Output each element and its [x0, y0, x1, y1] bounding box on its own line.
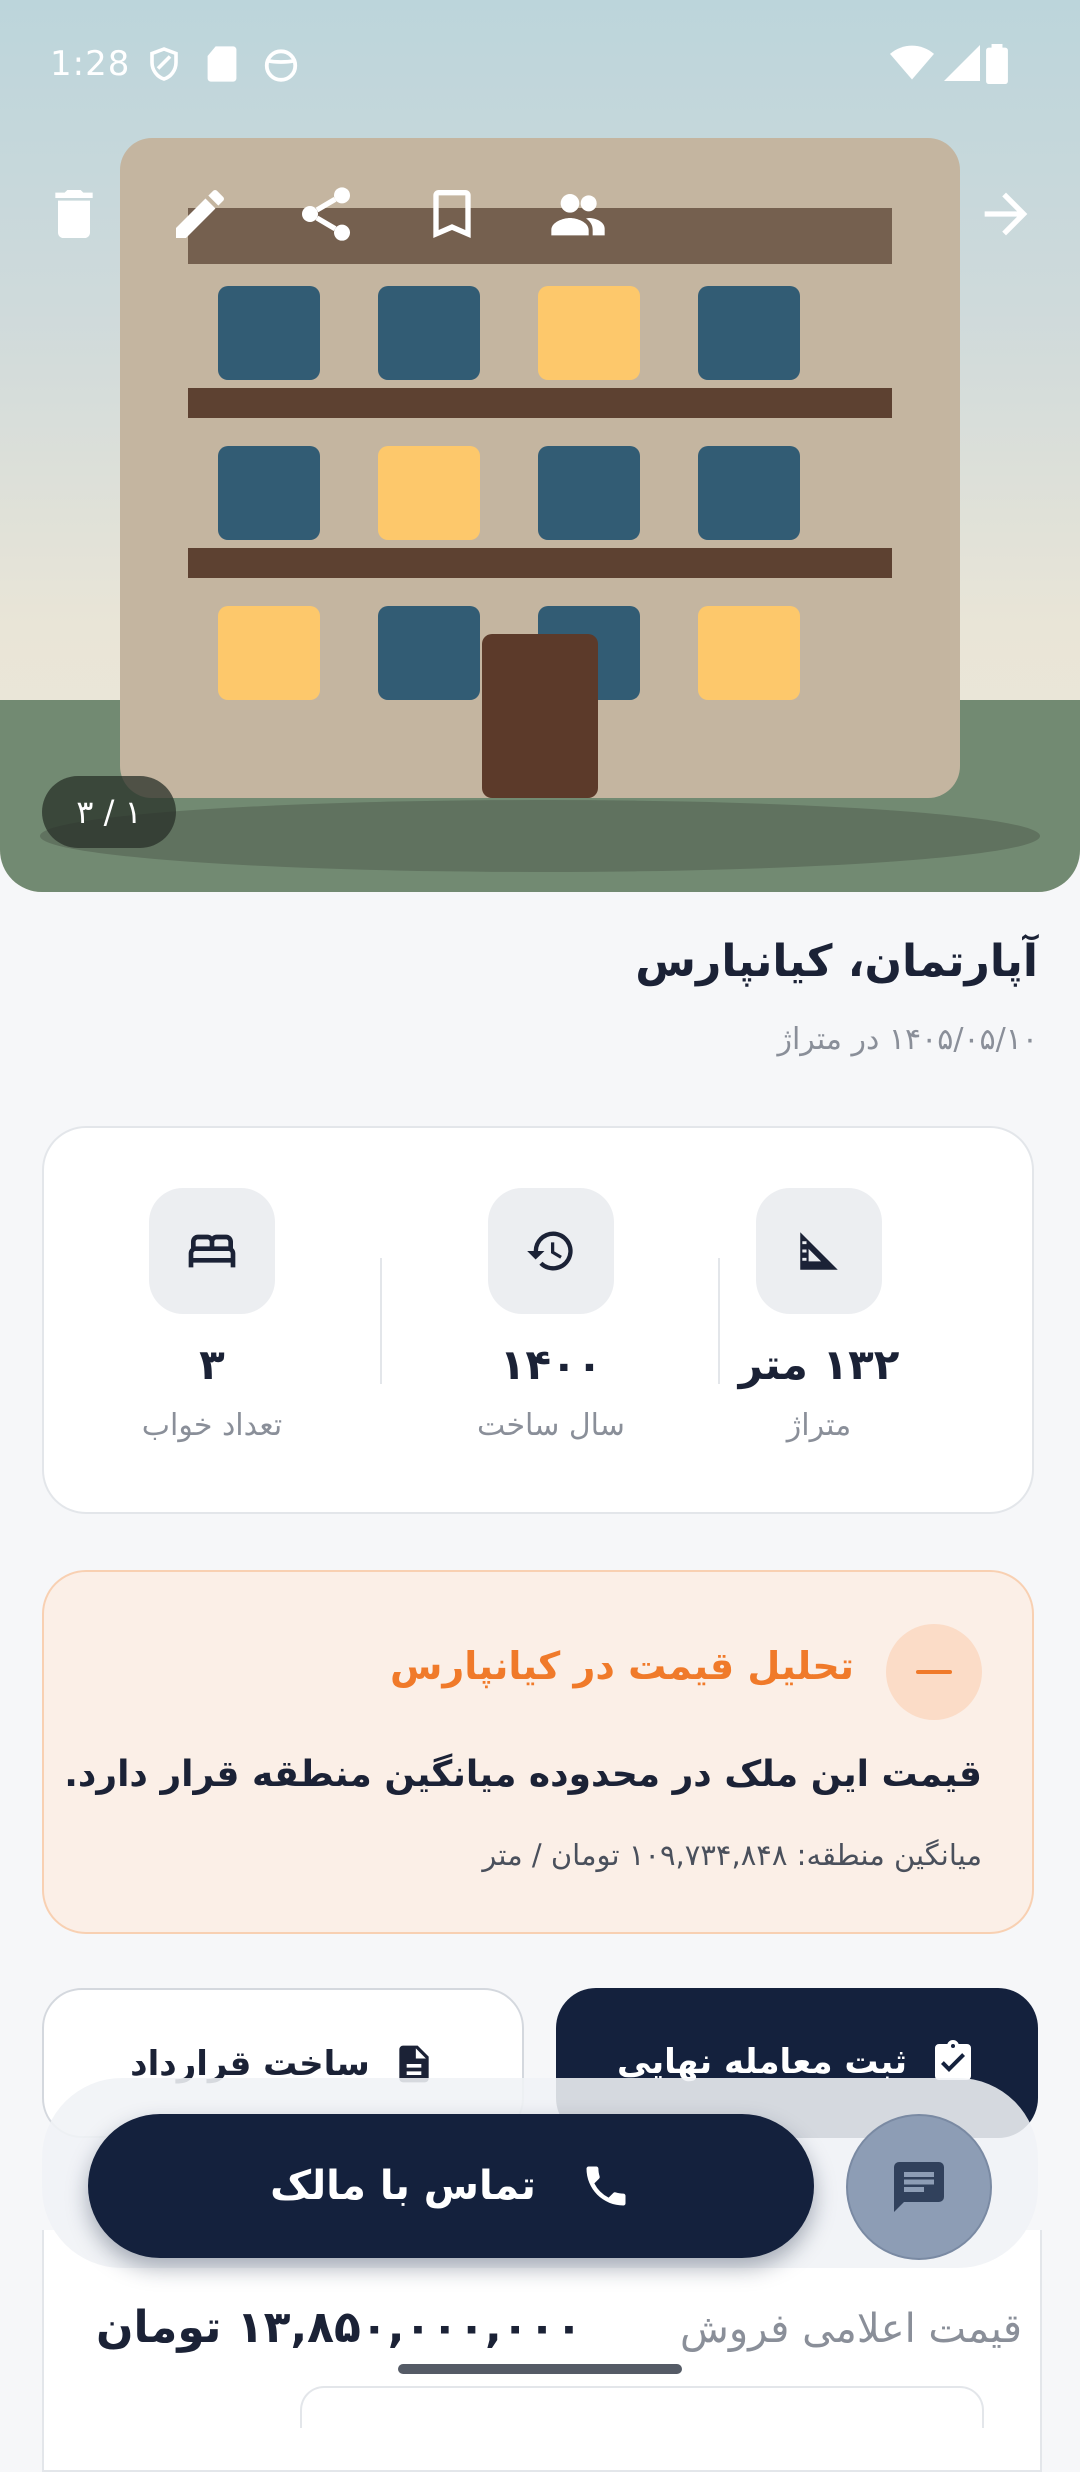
- bed-icon: [188, 1234, 236, 1268]
- history-icon: [527, 1231, 573, 1271]
- people-icon[interactable]: [546, 182, 610, 246]
- shield-icon: [150, 47, 178, 81]
- contact-owner-label: تماس با مالک: [270, 2163, 536, 2209]
- status-bar: 1:28: [0, 0, 1080, 130]
- listing-title: آپارتمان، کیانپارس: [635, 936, 1038, 987]
- delete-icon[interactable]: [42, 182, 106, 246]
- minus-icon: [916, 1670, 952, 1674]
- cellular-icon: [944, 45, 980, 81]
- price-analysis-card[interactable]: تحلیل قیمت در کیانپارس قیمت این ملک در م…: [42, 1570, 1034, 1934]
- photo-shadow: [40, 800, 1040, 872]
- face-icon: [264, 49, 298, 82]
- photo-counter: ۳ / ۱: [42, 776, 176, 848]
- analysis-average: میانگین منطقه: ۱۰۹,۷۳۴,۸۴۸ تومان / متر: [482, 1838, 982, 1872]
- building-illustration: [120, 138, 960, 798]
- stat-bedrooms: ۳ تعداد خواب: [102, 1128, 322, 1516]
- forward-arrow-icon[interactable]: [974, 182, 1038, 246]
- price-inner-box: [300, 2386, 984, 2428]
- chat-button[interactable]: [846, 2114, 992, 2260]
- stat-value: ۱۳۲ متر: [738, 1340, 900, 1389]
- contact-owner-button[interactable]: تماس با مالک: [88, 2114, 814, 2258]
- sd-card-icon: [207, 46, 237, 82]
- stat-label: سال ساخت: [477, 1408, 625, 1443]
- final-deal-label: ثبت معامله نهایی: [617, 2042, 908, 2082]
- property-photo[interactable]: 1:28 ۳ / ۱: [0, 0, 1080, 892]
- battery-icon: [986, 44, 1008, 84]
- analysis-body: قیمت این ملک در محدوده میانگین منطقه قرا…: [64, 1754, 982, 1795]
- analysis-title: تحلیل قیمت در کیانپارس: [390, 1644, 854, 1688]
- share-icon[interactable]: [294, 182, 358, 246]
- stat-divider: [718, 1258, 720, 1384]
- stat-value: ۳: [199, 1340, 225, 1389]
- price-label: قیمت اعلامی فروش: [680, 2306, 1022, 2352]
- stats-card: ۱۳۲ متر متراژ ۱۴۰۰ سال ساخت ۳ تعداد خواب: [42, 1126, 1034, 1514]
- stat-divider: [380, 1258, 382, 1384]
- stat-label: تعداد خواب: [141, 1408, 283, 1443]
- stat-label: متراژ: [786, 1408, 852, 1443]
- phone-icon: [586, 2166, 626, 2206]
- price-value: ۱۳,۸۵۰,۰۰۰,۰۰۰ تومان: [96, 2302, 583, 2353]
- edit-icon[interactable]: [168, 182, 232, 246]
- collapse-button[interactable]: [886, 1624, 982, 1720]
- stat-year-built: ۱۴۰۰ سال ساخت: [441, 1128, 661, 1516]
- bookmark-icon[interactable]: [420, 182, 484, 246]
- status-time: 1:28: [50, 44, 131, 84]
- stat-value: ۱۴۰۰: [499, 1340, 603, 1389]
- stat-area: ۱۳۲ متر متراژ: [709, 1128, 929, 1516]
- listing-subtitle: ۱۴۰۵/۰۵/۱۰ در متراژ: [777, 1022, 1038, 1057]
- chat-icon: [894, 2162, 944, 2212]
- home-indicator[interactable]: [398, 2364, 682, 2374]
- wifi-icon: [890, 45, 934, 80]
- set-square-icon: [800, 1232, 838, 1270]
